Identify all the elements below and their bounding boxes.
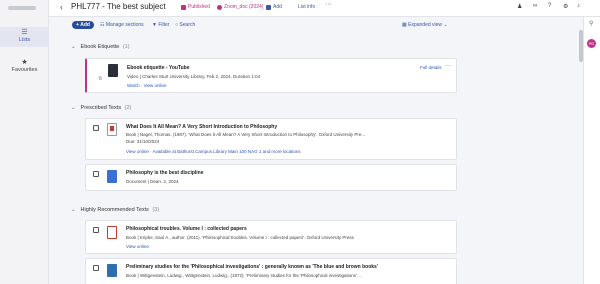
brand-area [0,0,49,17]
infinity-icon[interactable]: ∞ [533,3,537,9]
item-due-date: Due: 31/10/2024 [126,139,160,144]
section-header[interactable]: ⌄ Ebook Etiquette (1) [71,44,130,50]
sidebar: ☰ Lists ★ Favourites [0,17,49,284]
add-item[interactable]: Add [266,4,282,10]
sidebar-item-favourites[interactable]: ★ Favourites [0,57,49,77]
back-chevron-icon[interactable]: ‹ [60,2,63,12]
book-cover-thumbnail [107,226,117,239]
book-cover-thumbnail [107,123,117,136]
published-status[interactable]: Published [181,4,210,10]
list-item[interactable]: Preliminary studies for the 'Philosophic… [85,258,457,284]
chevron-down-icon: ⌄ [71,44,76,50]
list-toolbar: + Add ☷ Manage sections ▼ Filter ○ Searc… [49,17,583,33]
lists-icon: ☰ [21,29,28,36]
list-item[interactable]: 6 Ebook etiquette - YouTube Video | Char… [85,58,457,93]
manage-sections-button[interactable]: ☷ Manage sections [100,22,144,28]
user-avatar-badge[interactable]: PD [587,39,596,48]
search-icon: ○ [175,22,179,28]
rail-tool-icon[interactable]: ⚲ [589,20,593,27]
item-links[interactable]: View online · Available at Bathurst Camp… [126,149,301,154]
item-meta: Book | Nagel, Thomas. (1987). 'What Does… [126,132,366,137]
graduation-cap-icon [217,4,222,10]
document-icon [107,170,117,183]
select-checkbox[interactable] [93,125,99,131]
chevron-down-icon: ⌄ [71,105,76,111]
published-icon [181,4,186,10]
section-header[interactable]: ⌄ Prescribed Texts (2) [71,105,131,111]
item-links[interactable]: View online [126,244,149,249]
star-icon: ★ [21,59,28,66]
book-cover-thumbnail [107,264,117,277]
item-title[interactable]: Preliminary studies for the 'Philosophic… [126,264,378,270]
section-header[interactable]: ⌄ Highly Recommended Texts (3) [71,207,159,213]
item-meta: Document | Dean. 2, 2024 [126,179,179,184]
top-bar: ‹ PHL777 - The best subject Published Zo… [0,0,600,17]
view-icon: ▦ [402,22,407,28]
user-icon[interactable]: ♟ [517,3,522,10]
list-item[interactable]: Philosophical troubles. Volume I : colle… [85,220,457,254]
item-meta: Video | Charles Sturt University Library… [127,74,261,79]
list-item[interactable]: Philosophy is the best discipline Docume… [85,164,457,191]
settings-icon[interactable]: ⚙ [563,3,568,10]
list-info-item[interactable]: List info [298,4,315,10]
notification-bell-icon[interactable]: ♪ [577,3,580,9]
full-details-link[interactable]: Full details [420,65,442,70]
more-options-icon[interactable]: ··· [445,63,451,69]
select-checkbox[interactable] [93,171,99,177]
item-meta: Book | Kripke, Saul A., author. (2011). … [126,235,354,240]
item-title[interactable]: What Does It All Mean? A Very Short Intr… [126,124,277,130]
item-links[interactable]: Watch · View online [127,83,167,88]
page-title: PHL777 - The best subject [71,2,166,11]
item-number: 6 [99,76,102,82]
view-mode-dropdown[interactable]: ▦ Expanded view ⌄ [402,22,448,28]
select-checkbox[interactable] [93,227,99,233]
zoom-doc-item[interactable]: Zoom_doc (2024) [217,4,263,10]
select-checkbox[interactable] [93,265,99,271]
item-meta: Book | Wittgenstein, Ludwig., Wittgenste… [126,273,362,278]
more-options-icon[interactable]: ··· [325,1,332,8]
chevron-down-icon: ⌄ [71,207,76,213]
item-title[interactable]: Philosophy is the best discipline [126,170,204,176]
video-thumbnail [108,64,118,77]
brand-logo[interactable] [8,6,36,10]
list-item[interactable]: What Does It All Mean? A Very Short Intr… [85,118,457,160]
help-icon[interactable]: ? [548,3,551,9]
filter-button[interactable]: ▼ Filter [152,22,169,28]
sections-icon: ☷ [100,22,105,28]
sidebar-item-lists[interactable]: ☰ Lists [0,27,49,47]
search-button[interactable]: ○ Search [175,22,195,28]
item-title[interactable]: Philosophical troubles. Volume I : colle… [126,226,247,232]
right-rail: ⚲ PD [583,17,600,284]
item-title[interactable]: Ebook etiquette - YouTube [127,65,190,71]
add-button[interactable]: + Add [72,21,94,29]
main-content: + Add ☷ Manage sections ▼ Filter ○ Searc… [49,17,583,284]
bookmark-icon [266,4,271,10]
filter-icon: ▼ [152,22,157,28]
